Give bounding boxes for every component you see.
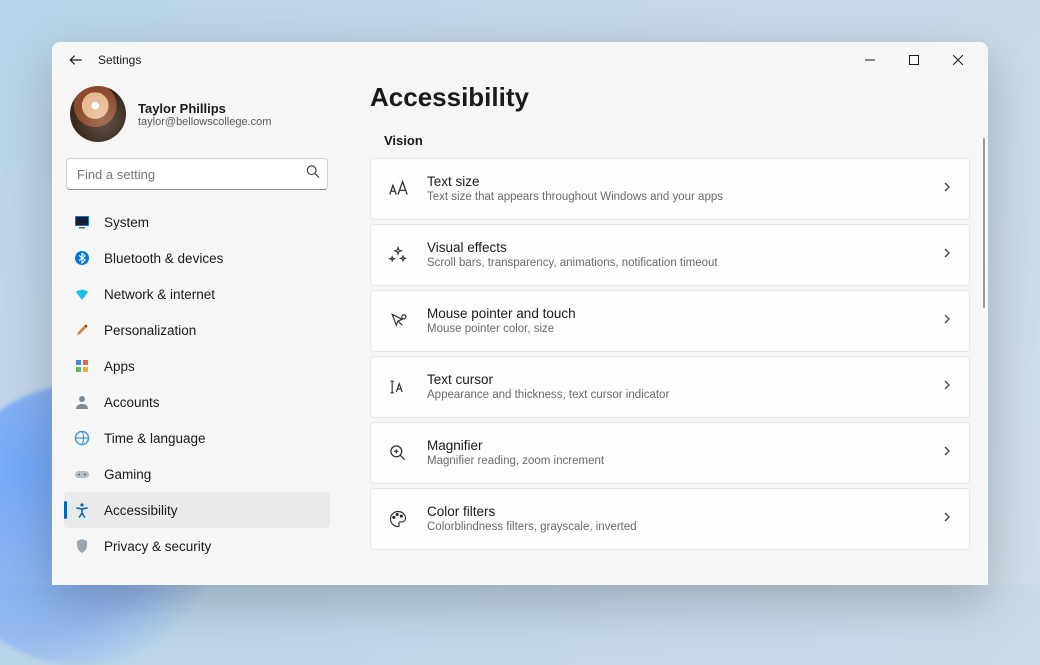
bluetooth-icon (74, 250, 90, 266)
card-visual-effects[interactable]: Visual effects Scroll bars, transparency… (370, 224, 970, 286)
sidebar-item-apps[interactable]: Apps (64, 348, 330, 384)
sidebar-item-label: Bluetooth & devices (104, 251, 223, 266)
sidebar: Taylor Phillips taylor@bellowscollege.co… (52, 78, 342, 585)
profile-name: Taylor Phillips (138, 101, 271, 116)
search-icon (306, 165, 320, 184)
sidebar-item-accounts[interactable]: Accounts (64, 384, 330, 420)
privacy-icon (74, 538, 90, 554)
avatar (70, 86, 126, 142)
card-title: Mouse pointer and touch (427, 305, 941, 323)
maximize-button[interactable] (892, 44, 936, 76)
search-box[interactable] (66, 158, 328, 190)
maximize-icon (909, 55, 919, 65)
card-subtitle: Scroll bars, transparency, animations, n… (427, 256, 941, 271)
card-mouse-pointer[interactable]: Mouse pointer and touch Mouse pointer co… (370, 290, 970, 352)
sidebar-item-privacy[interactable]: Privacy & security (64, 528, 330, 564)
sidebar-item-system[interactable]: System (64, 204, 330, 240)
time-language-icon (74, 430, 90, 446)
chevron-right-icon (941, 444, 953, 462)
settings-window: Settings Taylor Phillips taylor@bellowsc… (52, 42, 988, 585)
titlebar: Settings (52, 42, 988, 78)
accessibility-icon (74, 502, 90, 518)
section-header: Vision (384, 133, 970, 148)
profile-email: taylor@bellowscollege.com (138, 116, 271, 128)
text-size-icon (387, 178, 409, 200)
card-title: Magnifier (427, 437, 941, 455)
card-magnifier[interactable]: Magnifier Magnifier reading, zoom increm… (370, 422, 970, 484)
card-title: Color filters (427, 503, 941, 521)
sidebar-item-personalization[interactable]: Personalization (64, 312, 330, 348)
scrollbar[interactable] (983, 138, 985, 308)
card-text-size[interactable]: Text size Text size that appears through… (370, 158, 970, 220)
sidebar-item-label: Network & internet (104, 287, 215, 302)
sidebar-item-label: System (104, 215, 149, 230)
minimize-button[interactable] (848, 44, 892, 76)
sidebar-item-label: Time & language (104, 431, 206, 446)
sidebar-item-label: Accessibility (104, 503, 178, 518)
accounts-icon (74, 394, 90, 410)
mouse-pointer-icon (387, 310, 409, 332)
card-subtitle: Appearance and thickness, text cursor in… (427, 388, 941, 403)
chevron-right-icon (941, 180, 953, 198)
settings-list: Text size Text size that appears through… (370, 158, 970, 550)
card-subtitle: Text size that appears throughout Window… (427, 190, 941, 205)
visual-effects-icon (387, 244, 409, 266)
sidebar-item-label: Gaming (104, 467, 151, 482)
profile-block[interactable]: Taylor Phillips taylor@bellowscollege.co… (64, 82, 330, 158)
personalization-icon (74, 322, 90, 338)
card-title: Text cursor (427, 371, 941, 389)
close-icon (953, 55, 963, 65)
magnifier-icon (387, 442, 409, 464)
minimize-icon (865, 55, 875, 65)
sidebar-item-network[interactable]: Network & internet (64, 276, 330, 312)
chevron-right-icon (941, 246, 953, 264)
sidebar-item-bluetooth[interactable]: Bluetooth & devices (64, 240, 330, 276)
nav-list: System Bluetooth & devices Network & int… (64, 204, 330, 564)
sidebar-item-label: Personalization (104, 323, 196, 338)
chevron-right-icon (941, 378, 953, 396)
system-icon (74, 214, 90, 230)
main-content: Accessibility Vision Text size Text size… (342, 78, 988, 585)
card-title: Visual effects (427, 239, 941, 257)
color-filters-icon (387, 508, 409, 530)
sidebar-item-accessibility[interactable]: Accessibility (64, 492, 330, 528)
sidebar-item-label: Privacy & security (104, 539, 211, 554)
apps-icon (74, 358, 90, 374)
sidebar-item-label: Apps (104, 359, 135, 374)
window-controls (848, 44, 980, 76)
network-icon (74, 286, 90, 302)
sidebar-item-label: Accounts (104, 395, 160, 410)
card-subtitle: Mouse pointer color, size (427, 322, 941, 337)
gaming-icon (74, 466, 90, 482)
text-cursor-icon (387, 376, 409, 398)
chevron-right-icon (941, 510, 953, 528)
back-button[interactable] (60, 44, 92, 76)
page-title: Accessibility (370, 82, 970, 113)
chevron-right-icon (941, 312, 953, 330)
search-input[interactable] (66, 158, 328, 190)
card-subtitle: Colorblindness filters, grayscale, inver… (427, 520, 941, 535)
window-title: Settings (98, 53, 141, 67)
sidebar-item-gaming[interactable]: Gaming (64, 456, 330, 492)
sidebar-item-time-language[interactable]: Time & language (64, 420, 330, 456)
card-title: Text size (427, 173, 941, 191)
close-button[interactable] (936, 44, 980, 76)
card-text-cursor[interactable]: Text cursor Appearance and thickness, te… (370, 356, 970, 418)
back-icon (69, 53, 83, 67)
card-subtitle: Magnifier reading, zoom increment (427, 454, 941, 469)
card-color-filters[interactable]: Color filters Colorblindness filters, gr… (370, 488, 970, 550)
